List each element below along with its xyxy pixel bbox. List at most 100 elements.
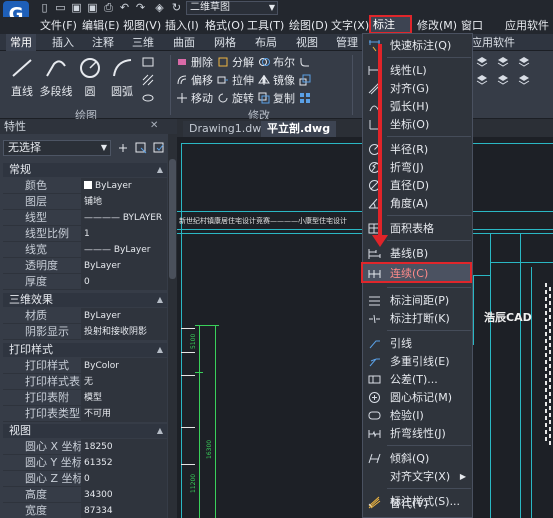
tab-plan-section[interactable]: 平立剖.dwg xyxy=(261,121,337,137)
menu-tools[interactable]: 工具(T) xyxy=(247,17,284,34)
layer-tool-6[interactable] xyxy=(518,73,533,88)
stretch-button[interactable]: 拉伸 xyxy=(217,73,254,88)
prop-row[interactable]: 宽度 87334 xyxy=(3,503,167,518)
prop-row[interactable]: 圆心 X 坐标 18250 xyxy=(3,439,167,455)
scale-tool[interactable] xyxy=(299,73,314,88)
menu-format[interactable]: 格式(O) xyxy=(205,17,244,34)
copy-button[interactable]: 复制 xyxy=(258,91,295,106)
prop-value[interactable]: ByLayer xyxy=(81,258,167,274)
quick-select-icon[interactable] xyxy=(152,141,166,155)
tab-annotate[interactable]: 注释 xyxy=(92,34,114,51)
delete-button[interactable]: 删除 xyxy=(176,55,213,70)
circle-button[interactable]: 圆 xyxy=(72,56,108,99)
prop-row[interactable]: 打印表类型 不可用 xyxy=(3,406,167,422)
sync-icon[interactable]: ↻ xyxy=(170,1,183,15)
prop-value[interactable]: 0 xyxy=(81,274,167,290)
prop-value[interactable]: 87334 xyxy=(81,503,167,518)
prop-row[interactable]: 打印样式表无 xyxy=(3,374,167,390)
prop-value[interactable]: 模型 xyxy=(81,390,167,406)
ellipse-tool[interactable] xyxy=(142,91,157,106)
prop-row[interactable]: 阴影显示 投射和接收阴影 xyxy=(3,324,167,340)
prop-row[interactable]: 线型 ———— BYLAYER xyxy=(3,210,167,226)
save-as-icon[interactable]: ▣ xyxy=(86,1,99,15)
prop-value[interactable]: 61352 xyxy=(81,455,167,471)
menu-item-dim-space[interactable]: 标注间距(P) xyxy=(363,291,472,310)
open-file-icon[interactable]: ▭ xyxy=(54,1,67,15)
fillet-tool[interactable] xyxy=(299,55,314,70)
menu-item-align-text[interactable]: 对齐文字(X) ▶ xyxy=(363,467,472,486)
prop-row[interactable]: 打印表附 模型 xyxy=(3,390,167,406)
tab-view[interactable]: 视图 xyxy=(296,34,318,51)
prop-row[interactable]: 线宽 ——— ByLayer xyxy=(3,242,167,258)
section-view[interactable]: 视图 ▲ xyxy=(3,424,167,438)
menu-item-jogged-linear[interactable]: 折弯线性(J) xyxy=(363,424,472,443)
menu-window[interactable]: 窗口 xyxy=(461,17,483,34)
layer-tool-2[interactable] xyxy=(497,55,512,70)
menu-file[interactable]: 文件(F) xyxy=(40,17,77,34)
prop-value[interactable]: 34300 xyxy=(81,487,167,503)
prop-row[interactable]: 厚度 0 xyxy=(3,274,167,290)
selection-select[interactable]: 无选择 ▼ xyxy=(3,140,111,156)
polyline-button[interactable]: 多段线 xyxy=(38,56,74,99)
tab-common[interactable]: 常用 xyxy=(6,34,36,51)
menu-dimension[interactable]: 标注(N) xyxy=(369,15,412,46)
prop-row[interactable]: 材质 ByLayer xyxy=(3,308,167,324)
line-button[interactable]: 直线 xyxy=(4,56,40,99)
hatch-tool[interactable] xyxy=(142,73,157,88)
prop-row[interactable]: 打印样式 ByColor xyxy=(3,358,167,374)
tab-mesh[interactable]: 网格 xyxy=(214,34,236,51)
menu-text[interactable]: 文字(X) xyxy=(331,17,369,34)
menu-item-override[interactable]: 替代(V) xyxy=(363,494,472,513)
boolean-button[interactable]: 布尔 xyxy=(258,55,295,70)
prop-value[interactable]: 1 xyxy=(81,226,167,242)
prop-row[interactable]: 圆心 Z 坐标 0 xyxy=(3,471,167,487)
menu-item-dim-break[interactable]: 标注打断(K) xyxy=(363,309,472,328)
prop-value[interactable]: 18250 xyxy=(81,439,167,455)
tab-apps[interactable]: 应用软件 xyxy=(471,34,515,51)
prop-value[interactable]: 铺地 xyxy=(81,194,167,210)
prop-value[interactable]: 0 xyxy=(81,471,167,487)
prop-value[interactable]: ——— ByLayer xyxy=(81,242,167,258)
explode-button[interactable]: 分解 xyxy=(217,55,254,70)
menu-item-mleader[interactable]: 多重引线(E) xyxy=(363,352,472,371)
layer-tool-3[interactable] xyxy=(518,55,533,70)
prop-row[interactable]: 透明度 ByLayer xyxy=(3,258,167,274)
prop-row[interactable]: 高度 34300 xyxy=(3,487,167,503)
menu-apps[interactable]: 应用软件 xyxy=(505,17,549,34)
redo-icon[interactable]: ↷ xyxy=(134,1,147,15)
prop-value[interactable]: ByLayer xyxy=(81,308,167,324)
section-plot-style[interactable]: 打印样式 ▲ xyxy=(3,343,167,357)
prop-value[interactable]: ByLayer xyxy=(81,178,167,194)
workspace-select[interactable]: 二维草图 ▼ xyxy=(186,1,278,15)
prop-value[interactable]: ByColor xyxy=(81,358,167,374)
layer-tool-1[interactable] xyxy=(476,55,491,70)
print-icon[interactable]: ⎙ xyxy=(102,1,115,15)
prop-row[interactable]: 颜色 ByLayer xyxy=(3,178,167,194)
menu-item-inspect[interactable]: 检验(I) xyxy=(363,406,472,425)
menu-item-leader[interactable]: 引线 xyxy=(363,334,472,353)
menu-edit[interactable]: 编辑(E) xyxy=(82,17,120,34)
rotate-button[interactable]: 旋转 xyxy=(217,91,254,106)
save-icon[interactable]: ▣ xyxy=(70,1,83,15)
menu-view[interactable]: 视图(V) xyxy=(123,17,161,34)
tab-surface[interactable]: 曲面 xyxy=(173,34,195,51)
tab-manage[interactable]: 管理 xyxy=(336,34,358,51)
menu-insert[interactable]: 插入(I) xyxy=(165,17,199,34)
offset-button[interactable]: 偏移 xyxy=(176,73,213,88)
prop-row[interactable]: 图层 铺地 xyxy=(3,194,167,210)
menu-item-oblique[interactable]: 倾斜(Q) xyxy=(363,449,472,468)
prop-value[interactable]: 无 xyxy=(81,374,167,390)
prop-value[interactable]: ———— BYLAYER xyxy=(81,210,167,226)
array-tool[interactable] xyxy=(299,91,314,106)
undo-icon[interactable]: ↶ xyxy=(118,1,131,15)
layer-tool-4[interactable] xyxy=(476,73,491,88)
toggle-pickadd-icon[interactable] xyxy=(116,141,130,155)
prop-value[interactable]: 不可用 xyxy=(81,406,167,422)
workspace-icon[interactable]: ◈ xyxy=(153,1,166,15)
arc-button[interactable]: 圆弧 xyxy=(104,56,140,99)
tab-insert[interactable]: 插入 xyxy=(52,34,74,51)
menu-item-tolerance[interactable]: 公差(T)... xyxy=(363,370,472,389)
menu-draw[interactable]: 绘图(D) xyxy=(289,17,328,34)
section-general[interactable]: 常规 ▲ xyxy=(3,163,167,177)
select-objects-icon[interactable] xyxy=(134,141,148,155)
